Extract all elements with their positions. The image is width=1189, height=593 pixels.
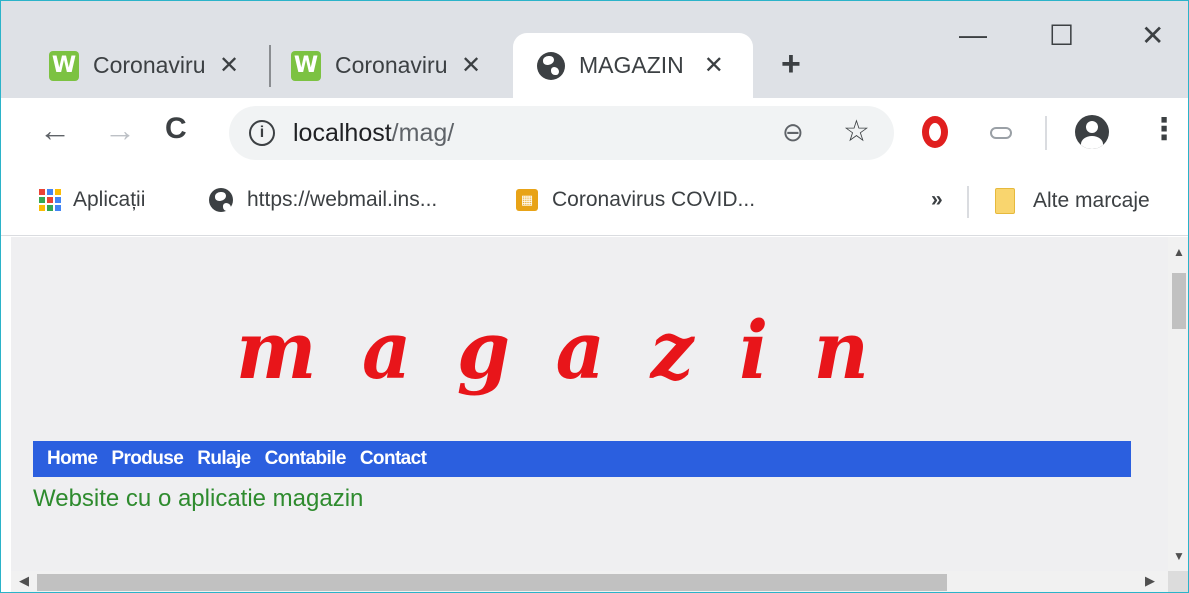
site-tagline: Website cu o aplicatie magazin (33, 485, 364, 512)
url-text[interactable]: localhost/mag/ (293, 119, 454, 148)
forward-button[interactable]: → (104, 112, 136, 149)
vertical-scroll-thumb[interactable] (1172, 273, 1186, 329)
url-host: localhost (293, 119, 392, 147)
globe-icon (209, 188, 233, 212)
close-icon[interactable]: ✕ (219, 51, 239, 80)
extension-icon[interactable] (990, 127, 1012, 139)
nav-link-contact[interactable]: Contact (360, 448, 427, 470)
bookmarks-bar: Aplicații https://webmail.ins... ▦ Coron… (1, 168, 1188, 236)
zoom-icon[interactable]: ⊖ (782, 117, 804, 148)
site-navbar: Home Produse Rulaje Contabile Contact (33, 441, 1131, 477)
close-icon[interactable]: ✕ (704, 51, 724, 80)
site-logo: magazin (236, 303, 915, 397)
folder-icon (995, 188, 1015, 214)
bookmark-coronavirus[interactable]: ▦ Coronavirus COVID... (516, 188, 755, 212)
browser-window: W Coronaviru ✕ W Coronaviru ✕ MAGAZIN ✕ … (0, 0, 1189, 593)
tab-title: MAGAZIN (579, 52, 684, 78)
globe-icon (537, 51, 565, 80)
scrollbar-corner (1168, 571, 1188, 592)
horizontal-scrollbar[interactable]: ◀ ▶ (11, 571, 1168, 592)
bookmark-label: Aplicații (73, 188, 146, 211)
bookmark-label: Coronavirus COVID... (552, 188, 756, 211)
bookmark-apps[interactable]: Aplicații (39, 188, 145, 212)
tab-magazin[interactable]: MAGAZIN ✕ (513, 33, 753, 98)
bookmark-label: https://webmail.ins... (247, 188, 438, 211)
nav-link-rulaje[interactable]: Rulaje (197, 448, 251, 470)
bookmark-webmail[interactable]: https://webmail.ins... (209, 188, 437, 212)
menu-icon[interactable]: ⋮ (1149, 112, 1179, 147)
close-icon[interactable]: ✕ (461, 51, 481, 80)
bookmark-star-icon[interactable]: ☆ (843, 114, 870, 149)
bookmarks-overflow-button[interactable]: » (931, 188, 943, 212)
browser-toolbar: ← → C i localhost/mag/ ⊖ ☆ ⋮ (1, 98, 1188, 168)
scroll-left-arrow-icon[interactable]: ◀ (19, 573, 29, 589)
tab-separator (269, 45, 271, 87)
bookmark-label: Alte marcaje (1033, 189, 1150, 212)
maximize-button[interactable]: ☐ (1049, 19, 1074, 52)
opera-extension-icon[interactable] (922, 116, 948, 148)
worldometer-icon: W (49, 50, 79, 81)
horizontal-scroll-thumb[interactable] (37, 574, 947, 591)
tab-coronavirus-2[interactable]: W Coronaviru ✕ (291, 33, 511, 98)
worldometer-icon: W (291, 50, 321, 81)
new-tab-button[interactable]: + (781, 45, 801, 84)
tab-strip: W Coronaviru ✕ W Coronaviru ✕ MAGAZIN ✕ … (1, 1, 1188, 98)
info-icon[interactable]: i (249, 120, 275, 146)
dashboard-icon: ▦ (516, 189, 538, 211)
profile-icon[interactable] (1075, 115, 1109, 149)
tab-title: Coronaviru (93, 52, 205, 78)
close-window-button[interactable]: ✕ (1141, 19, 1164, 52)
tab-coronavirus-1[interactable]: W Coronaviru ✕ (49, 33, 269, 98)
apps-grid-icon (39, 189, 61, 211)
scroll-up-arrow-icon[interactable]: ▲ (1173, 245, 1185, 259)
page-viewport: magazin Home Produse Rulaje Contabile Co… (11, 237, 1168, 571)
other-bookmarks-folder[interactable]: Alte marcaje (995, 188, 1150, 214)
address-bar[interactable]: i localhost/mag/ ⊖ ☆ (229, 106, 894, 160)
scroll-down-arrow-icon[interactable]: ▼ (1173, 549, 1185, 563)
back-button[interactable]: ← (39, 112, 71, 149)
reload-button[interactable]: C (165, 112, 187, 146)
tab-title: Coronaviru (335, 52, 447, 78)
minimize-button[interactable]: — (959, 19, 987, 51)
vertical-scrollbar[interactable]: ▲ ▼ (1168, 237, 1188, 571)
nav-link-produse[interactable]: Produse (111, 448, 183, 470)
nav-link-home[interactable]: Home (47, 448, 98, 470)
bookmarks-separator (967, 186, 969, 218)
nav-link-contabile[interactable]: Contabile (265, 448, 347, 470)
url-path: /mag/ (391, 119, 455, 147)
scroll-right-arrow-icon[interactable]: ▶ (1145, 573, 1155, 589)
toolbar-separator (1045, 116, 1047, 150)
